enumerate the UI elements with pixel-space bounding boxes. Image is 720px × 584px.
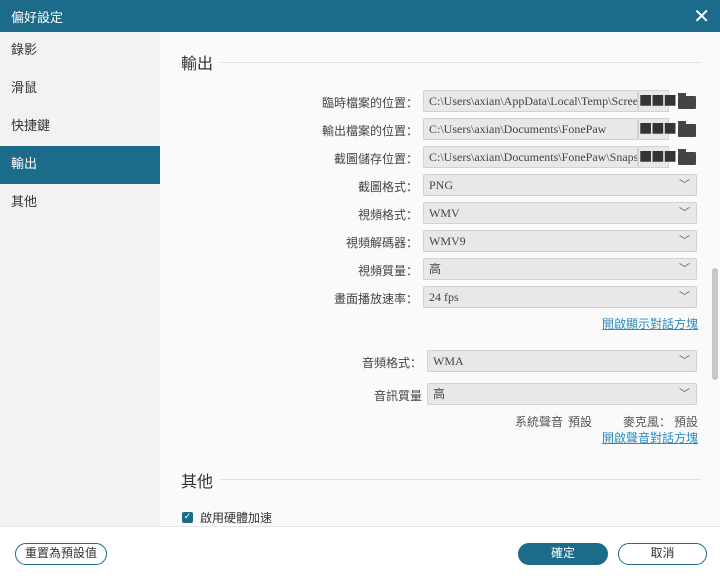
cancel-button[interactable]: 取消 — [618, 543, 707, 565]
video-codec-label: 視頻解碼器： — [345, 236, 418, 250]
divider — [220, 62, 701, 63]
close-icon[interactable]: ✕ — [693, 4, 710, 28]
audio-quality-select[interactable]: 高 ﹀ — [427, 383, 697, 405]
temp-folder-icon[interactable] — [678, 93, 696, 109]
sidebar: 錄影 滑鼠 快捷鍵 輸出 其他 — [0, 32, 160, 526]
frame-rate-select[interactable]: 24 fps ﹀ — [423, 286, 697, 308]
sidebar-item-hotkeys[interactable]: 快捷鍵 — [0, 108, 160, 146]
chevron-down-icon: ﹀ — [679, 235, 690, 247]
screenshot-format-label: 截圖格式： — [357, 180, 418, 194]
audio-quality-label: 音訊質量 — [373, 389, 422, 403]
output-heading: 輸出 — [181, 54, 214, 73]
sidebar-item-mouse[interactable]: 滑鼠 — [0, 70, 160, 108]
chevron-down-icon: ﹀ — [679, 355, 690, 367]
temp-path-label: 臨時檔案的位置： — [321, 96, 418, 110]
select-value: WMV — [429, 206, 460, 220]
microphone-label: 麥克風： — [623, 415, 672, 429]
audio-format-select[interactable]: WMA ﹀ — [427, 350, 697, 372]
select-value: 高 — [433, 387, 446, 401]
temp-path-field[interactable]: C:\Users\axian\AppData\Local\Temp\Screen — [423, 90, 638, 112]
chevron-down-icon: ﹀ — [679, 388, 690, 400]
title-bar: 偏好設定 ✕ — [0, 0, 720, 32]
output-path-label: 輸出檔案的位置： — [321, 124, 418, 138]
video-quality-label: 視頻質量： — [357, 264, 418, 278]
chevron-down-icon: ﹀ — [679, 207, 690, 219]
audio-format-label: 音頻格式： — [361, 356, 422, 370]
video-codec-select[interactable]: WMV9 ﹀ — [423, 230, 697, 252]
select-value: 24 fps — [429, 290, 459, 304]
snapshot-path-label: 截圖儲存位置： — [333, 152, 418, 166]
output-path-field[interactable]: C:\Users\axian\Documents\FonePaw — [423, 118, 638, 140]
sidebar-item-output[interactable]: 輸出 — [0, 146, 160, 184]
sidebar-item-recording[interactable]: 錄影 — [0, 32, 160, 70]
system-sound-label: 系統聲音 — [515, 415, 564, 429]
snapshot-folder-icon[interactable] — [678, 149, 696, 165]
window-title: 偏好設定 — [11, 11, 64, 26]
chevron-down-icon: ﹀ — [679, 179, 690, 191]
temp-browse-button[interactable]: ■■■ — [638, 90, 677, 112]
select-value: PNG — [429, 178, 454, 192]
select-value: WMA — [433, 354, 464, 368]
sound-dialog-link[interactable]: 開啟聲音對話方塊 — [602, 429, 698, 446]
video-format-label: 視頻格式： — [357, 208, 418, 222]
video-format-select[interactable]: WMV ﹀ — [423, 202, 697, 224]
sidebar-item-other[interactable]: 其他 — [0, 184, 160, 222]
snapshot-path-field[interactable]: C:\Users\axian\Documents\FonePaw\Snapsho… — [423, 146, 638, 168]
select-value: WMV9 — [429, 234, 466, 248]
system-sound-value: 預設 — [568, 415, 593, 429]
display-dialog-link[interactable]: 開啟顯示對話方塊 — [602, 315, 698, 332]
select-value: 高 — [429, 262, 442, 276]
screenshot-format-select[interactable]: PNG ﹀ — [423, 174, 697, 196]
snapshot-browse-button[interactable]: ■■■ — [638, 146, 677, 168]
chevron-down-icon: ﹀ — [679, 291, 690, 303]
hw-accel-label[interactable]: 啟用硬體加速 — [200, 509, 272, 526]
reset-defaults-button[interactable]: 重置為預設值 — [15, 543, 107, 565]
settings-content: 輸出 臨時檔案的位置： C:\Users\axian\AppData\Local… — [160, 32, 720, 526]
scrollbar-thumb[interactable] — [712, 268, 718, 380]
frame-rate-label: 畫面播放速率： — [333, 292, 418, 306]
chevron-down-icon: ﹀ — [679, 263, 690, 275]
hw-accel-checkbox[interactable]: ✓ — [182, 512, 193, 523]
other-heading: 其他 — [181, 472, 214, 491]
microphone-value: 預設 — [674, 415, 699, 429]
output-folder-icon[interactable] — [678, 121, 696, 137]
output-browse-button[interactable]: ■■■ — [638, 118, 677, 140]
ok-button[interactable]: 確定 — [518, 543, 608, 565]
footer: 重置為預設值 確定 取消 — [0, 526, 720, 584]
video-quality-select[interactable]: 高 ﹀ — [423, 258, 697, 280]
divider — [220, 479, 701, 480]
